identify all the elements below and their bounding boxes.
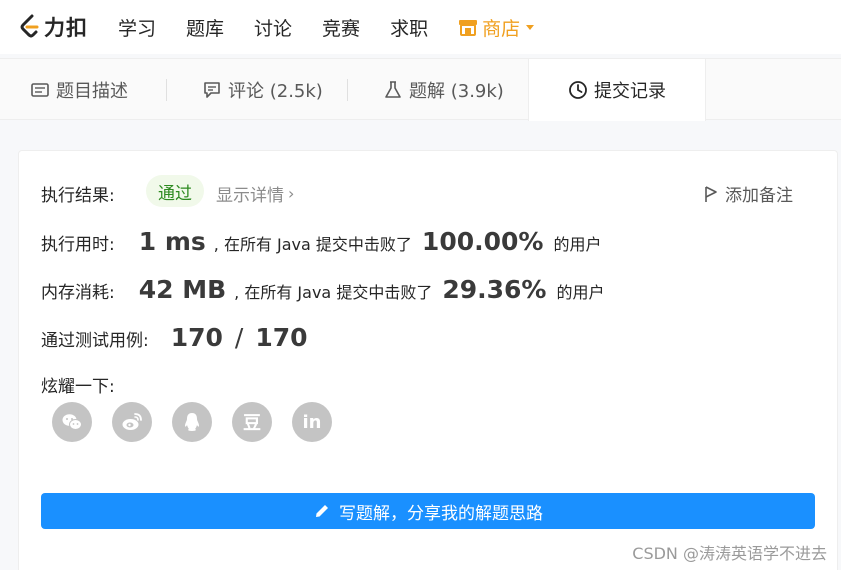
store-icon: [459, 20, 478, 36]
share-label: 炫耀一下:: [41, 377, 115, 397]
tab-description[interactable]: 题目描述: [30, 59, 128, 120]
tab-submissions[interactable]: 提交记录: [528, 59, 706, 121]
flask-icon: [385, 80, 401, 98]
add-note-button[interactable]: 添加备注: [703, 181, 793, 206]
tab-comments[interactable]: 评论 (2.5k): [202, 59, 323, 120]
nav-item-learn[interactable]: 学习: [118, 14, 156, 41]
clock-icon: [569, 81, 587, 99]
runtime-value: 1 ms: [138, 227, 206, 256]
tab-comments-label: 评论 (2.5k): [228, 80, 323, 102]
tab-divider: [166, 79, 167, 101]
status-badge: 通过: [146, 175, 204, 207]
flag-icon: [705, 185, 717, 202]
write-solution-button[interactable]: 写题解，分享我的解题思路: [41, 493, 815, 529]
nav-item-contest[interactable]: 竞赛: [322, 14, 360, 41]
chevron-down-icon: [526, 24, 535, 30]
runtime-row: 执行用时: 1 ms , 在所有 Java 提交中击败了 100.00% 的用户: [41, 227, 601, 256]
qq-icon: [185, 413, 199, 431]
add-note-label: 添加备注: [725, 186, 793, 206]
status-label: 执行结果:: [41, 186, 115, 206]
nav-item-problems[interactable]: 题库: [186, 14, 224, 41]
runtime-label: 执行用时:: [41, 235, 115, 255]
memory-percent: 29.36%: [442, 275, 547, 304]
show-details-label: 显示详情: [216, 186, 284, 206]
store-label: 商店: [482, 17, 521, 40]
testcases-label: 通过测试用例:: [41, 331, 149, 351]
tab-divider: [347, 79, 348, 101]
memory-label: 内存消耗:: [41, 283, 115, 303]
problem-tabs: 题目描述 评论 (2.5k) 题解 (3.9k) 提交记录: [0, 58, 841, 121]
share-buttons: 豆 in: [52, 402, 352, 442]
runtime-percent: 100.00%: [421, 227, 544, 256]
share-douban-button[interactable]: 豆: [232, 402, 272, 442]
testcases-row: 通过测试用例: 170 / 170: [41, 323, 308, 352]
tab-solutions-label: 题解 (3.9k): [409, 80, 504, 102]
document-icon: [31, 82, 49, 97]
share-weibo-button[interactable]: [112, 402, 152, 442]
testcases-passed: 170: [170, 323, 223, 352]
watermark: CSDN @涛涛英语学不进去: [632, 544, 827, 563]
memory-text: , 在所有 Java 提交中击败了: [234, 283, 433, 302]
testcases-separator: /: [234, 323, 244, 352]
tab-solutions[interactable]: 题解 (3.9k): [383, 59, 504, 120]
nav-item-store[interactable]: 商店: [458, 14, 535, 41]
share-linkedin-button[interactable]: in: [292, 402, 332, 442]
memory-row: 内存消耗: 42 MB , 在所有 Java 提交中击败了 29.36% 的用户: [41, 275, 604, 304]
comment-icon: [204, 81, 220, 98]
weibo-icon: [122, 413, 142, 430]
submission-result-card: 执行结果: 通过 显示详情 › 添加备注 执行用时: 1 ms , 在所有 Ja…: [18, 150, 838, 570]
testcases-total: 170: [255, 323, 308, 352]
tab-submissions-label: 提交记录: [594, 81, 666, 102]
wechat-icon: [62, 414, 82, 430]
share-wechat-button[interactable]: [52, 402, 92, 442]
runtime-suffix: 的用户: [553, 235, 602, 254]
tab-description-label: 题目描述: [56, 80, 128, 102]
pencil-icon: [316, 505, 328, 517]
leetcode-logo[interactable]: 力扣: [18, 12, 88, 42]
write-solution-label: 写题解，分享我的解题思路: [339, 503, 543, 524]
runtime-text: , 在所有 Java 提交中击败了: [213, 235, 412, 254]
nav-item-discuss[interactable]: 讨论: [254, 14, 292, 41]
logo-text: 力扣: [44, 16, 88, 40]
memory-value: 42 MB: [138, 275, 227, 304]
leetcode-logo-icon: [20, 14, 39, 38]
memory-suffix: 的用户: [556, 283, 605, 302]
share-qq-button[interactable]: [172, 402, 212, 442]
top-nav: 力扣 学习 题库 讨论 竞赛 求职 商店: [0, 0, 841, 54]
linkedin-icon: in: [302, 411, 322, 433]
nav-item-jobs[interactable]: 求职: [390, 14, 428, 41]
douban-icon: 豆: [243, 413, 261, 434]
chevron-right-icon: ›: [288, 184, 295, 203]
show-details-link[interactable]: 显示详情 ›: [216, 181, 294, 206]
